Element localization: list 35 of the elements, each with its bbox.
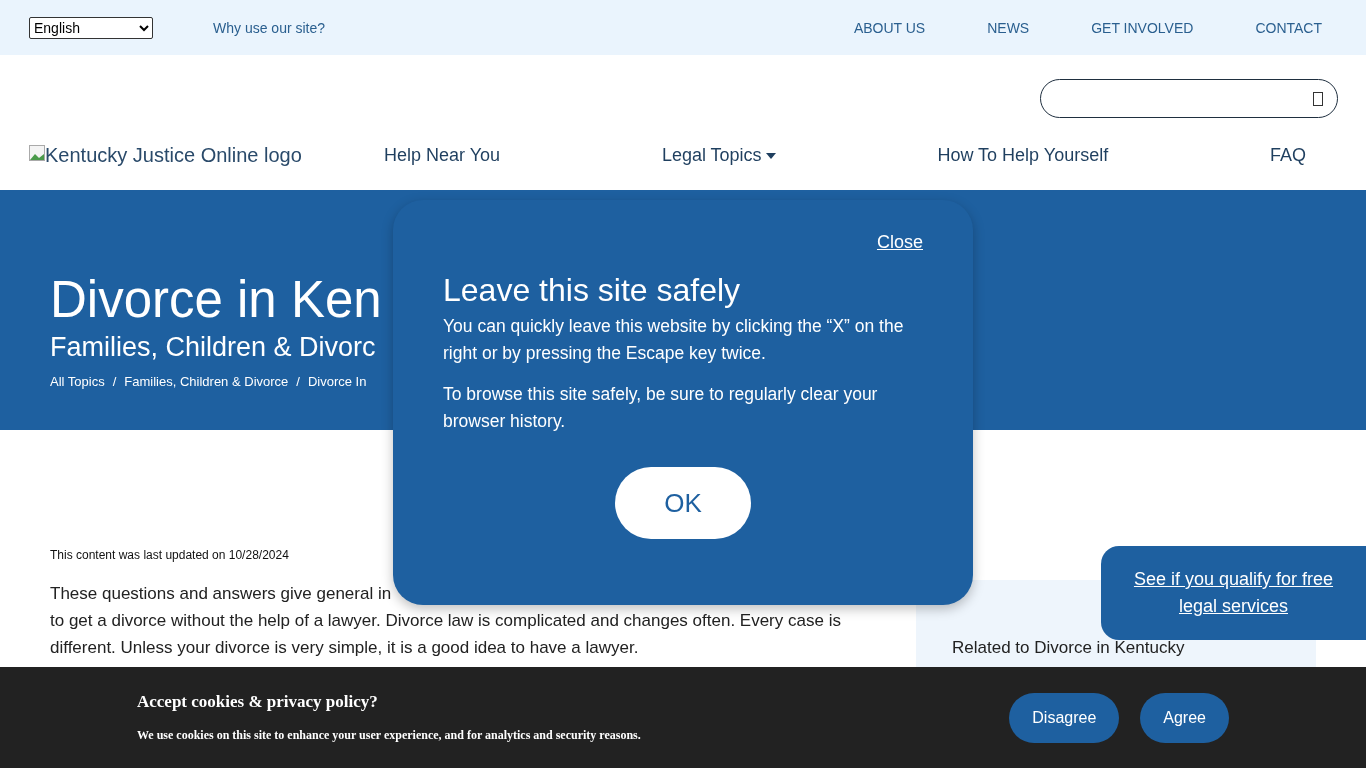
- cookie-title: Accept cookies & privacy policy?: [137, 692, 379, 712]
- intro-text-line: to get a divorce without the help of a lawyer. Divorce law is complicated and changes often. Every case is: [50, 610, 842, 632]
- page-subtitle: Families, Children & Divorc: [50, 331, 376, 364]
- search-icon[interactable]: [1313, 91, 1323, 106]
- breadcrumb-separator: /: [296, 374, 300, 389]
- page-title: Divorce in Ken: [50, 270, 382, 330]
- sidebar-heading: Related to Divorce in Kentucky: [952, 638, 1185, 657]
- close-link[interactable]: Close: [876, 232, 923, 253]
- nav-link[interactable]: FAQ: [1269, 145, 1306, 166]
- breadcrumb-link[interactable]: Families, Children & Divorce: [124, 374, 289, 389]
- nav-link[interactable]: Help Near You: [384, 145, 501, 166]
- breadcrumb-link[interactable]: Divorce In: [307, 374, 367, 389]
- dialog-title: Leave this site safely: [443, 271, 742, 309]
- cookie-button[interactable]: Agree: [1140, 692, 1229, 743]
- language-select[interactable]: English: [29, 16, 153, 39]
- why-link[interactable]: Why use our site?: [213, 19, 326, 36]
- last-updated-text: This content was last updated on 10/28/2024: [50, 548, 290, 562]
- cookie-text: We use cookies on this site to enhance your user experience, and for analytics and security reasons.: [137, 728, 642, 743]
- ok-button[interactable]: OK: [615, 467, 751, 539]
- intro-text-line: These questions and answers give general in: [50, 583, 393, 605]
- breadcrumb-link[interactable]: All Topics: [50, 374, 105, 389]
- intro-text-line: different. Unless your divorce is very simple, it is a good idea to have a lawyer.: [50, 637, 640, 659]
- top-nav-link[interactable]: CONTACT: [1255, 19, 1322, 36]
- cookie-button[interactable]: Disagree: [1009, 692, 1120, 743]
- nav-link[interactable]: Legal Topics: [661, 145, 776, 166]
- top-nav-link[interactable]: ABOUT US: [853, 19, 926, 36]
- top-nav-link[interactable]: GET INVOLVED: [1091, 19, 1194, 36]
- breadcrumb-separator: /: [112, 374, 117, 389]
- dialog-text: You can quickly leave this website by clicking the “X” on the right or by pressing the Escape key twice.: [443, 315, 905, 365]
- top-nav-link[interactable]: NEWS: [987, 19, 1030, 36]
- qualify-link[interactable]: See if you qualify for free legal services: [1101, 546, 1366, 640]
- broken-image-icon: [29, 145, 45, 161]
- nav-link[interactable]: How To Help Yourself: [937, 145, 1109, 166]
- dialog-text: To browse this site safely, be sure to regularly clear your browser history.: [443, 383, 879, 433]
- logo-alt-text[interactable]: Kentucky Justice Online logo: [29, 144, 384, 167]
